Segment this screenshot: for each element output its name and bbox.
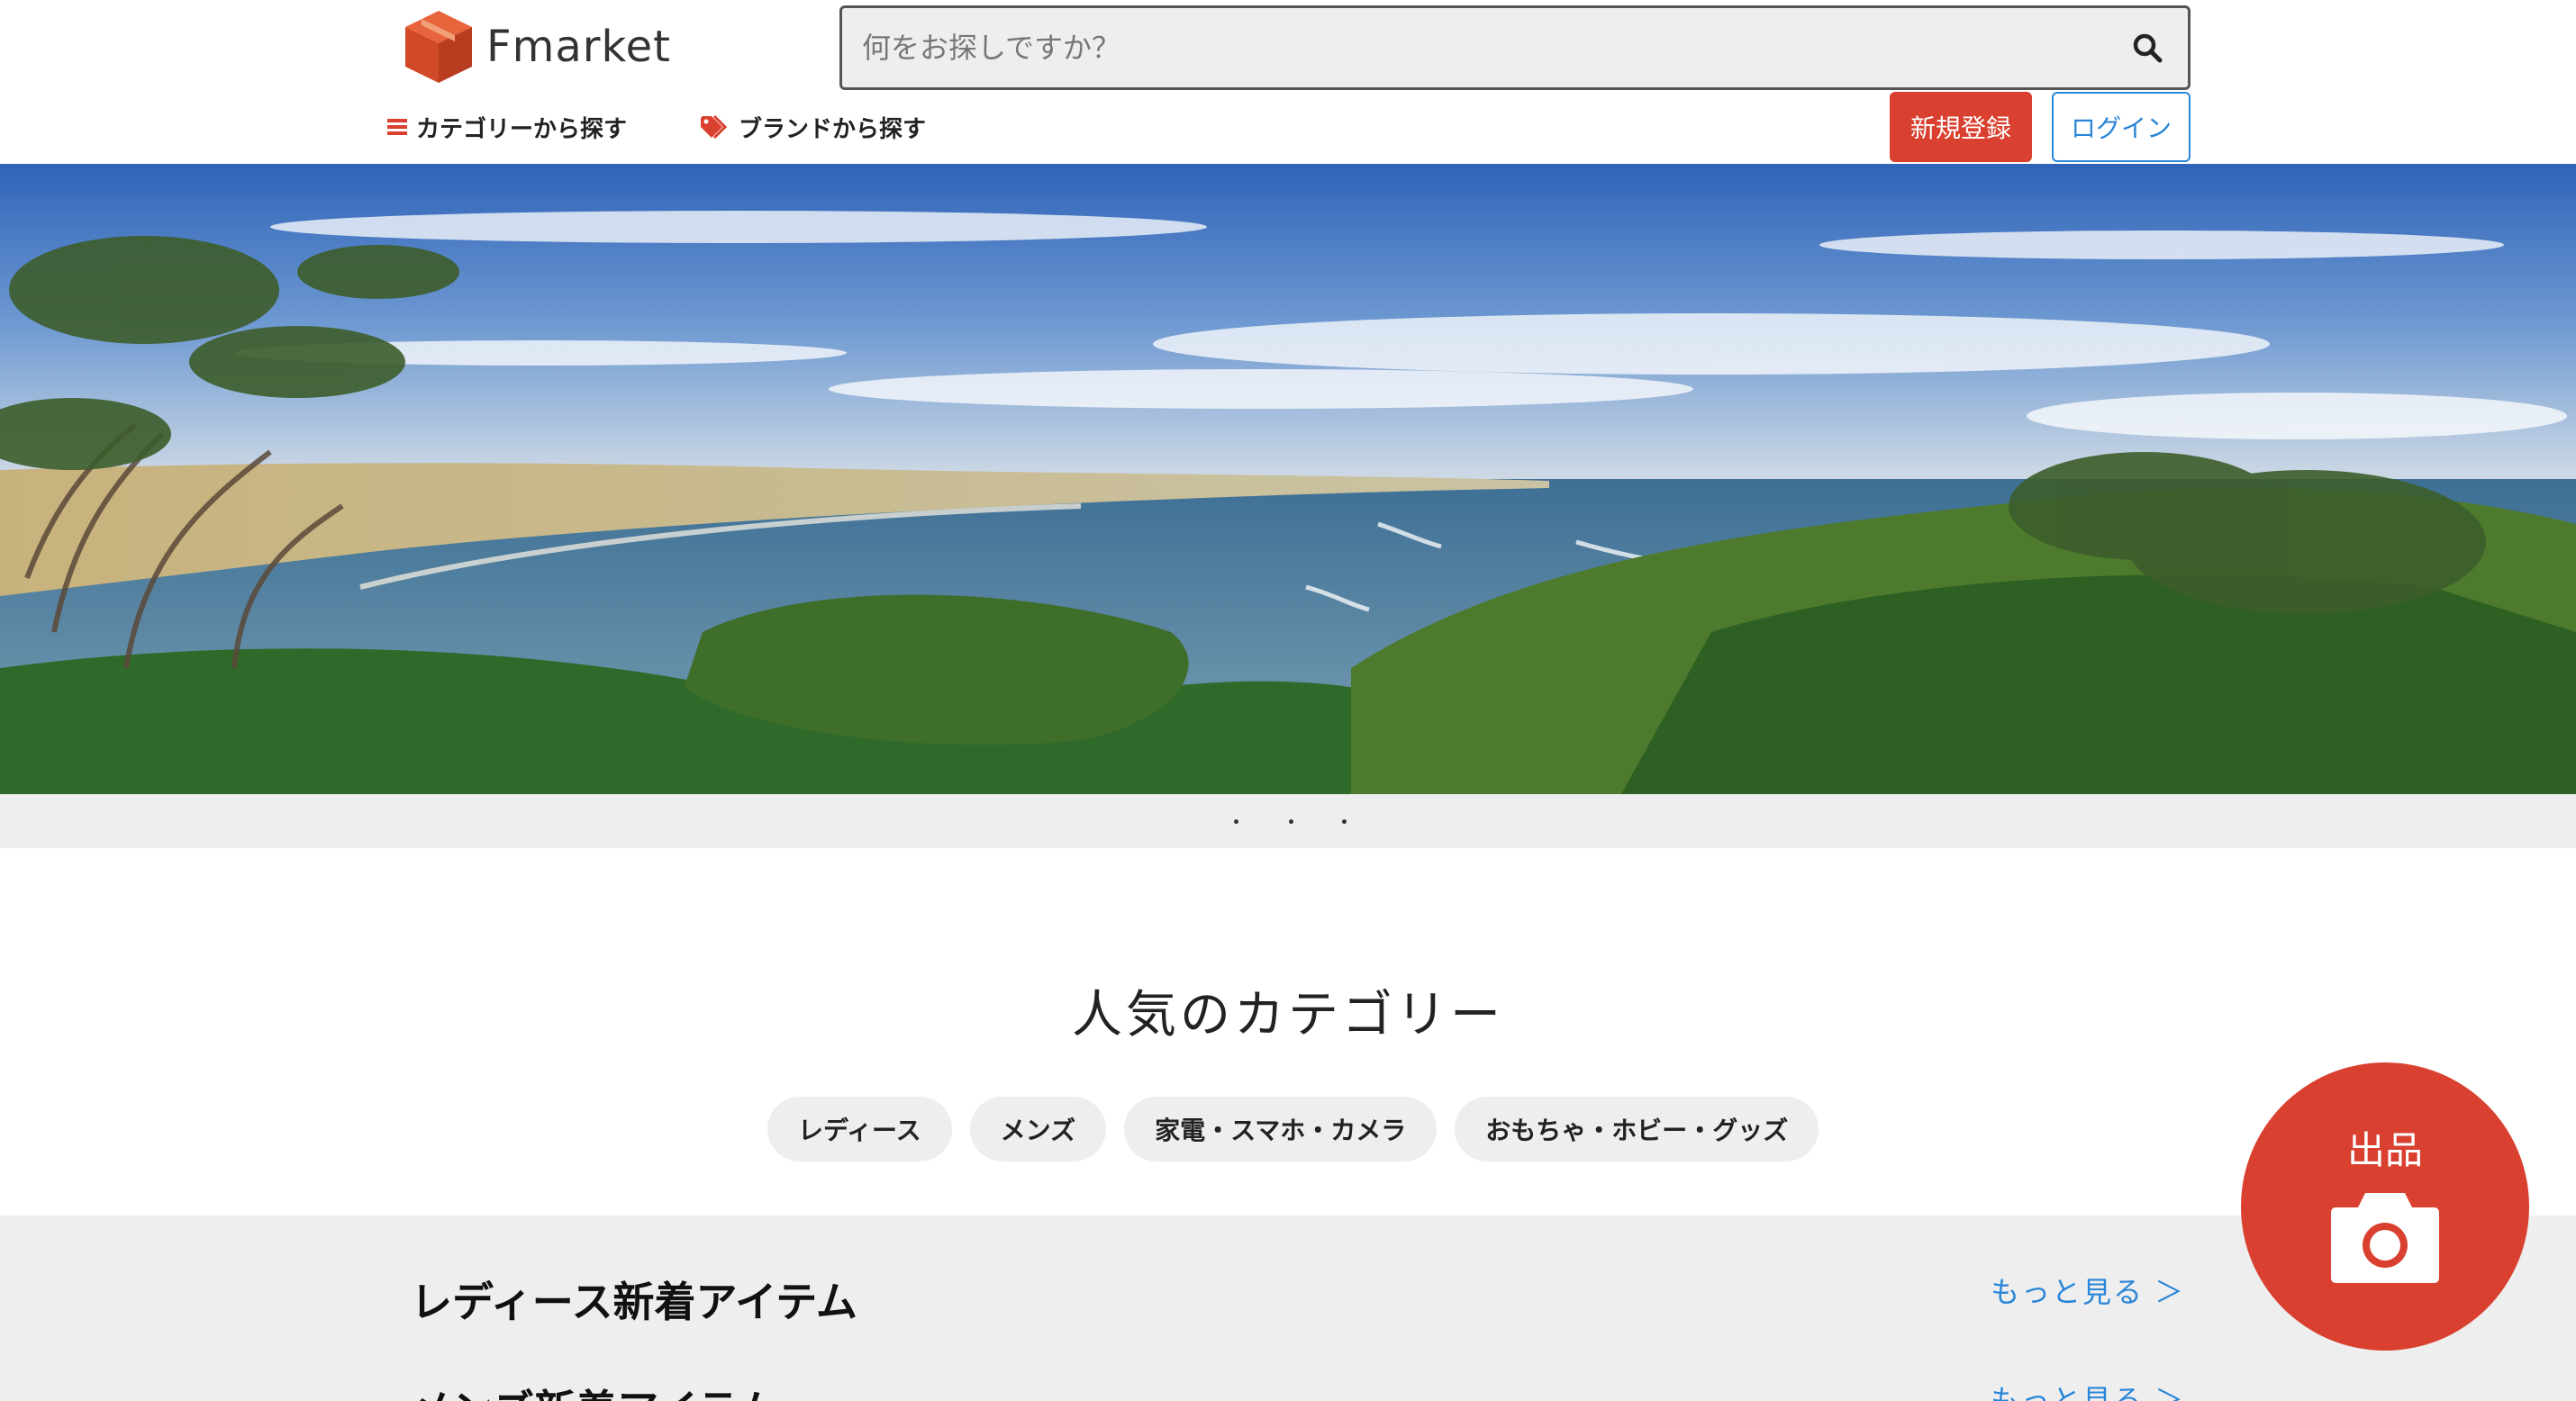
category-chip[interactable]: おもちゃ・ホビー・グッズ — [1455, 1097, 1819, 1161]
category-chip[interactable]: 家電・スマホ・カメラ — [1124, 1097, 1438, 1161]
search-bar — [839, 5, 2191, 90]
section-title: メンズ新着アイテム — [411, 1378, 778, 1401]
list-icon — [387, 117, 407, 137]
section-title: レディース新着アイテム — [411, 1278, 857, 1326]
nav-brand-label: ブランドから探す — [739, 115, 927, 143]
popular-categories-list: レディース メンズ 家電・スマホ・カメラ おもちゃ・ホビー・グッズ — [767, 1097, 1819, 1161]
category-chip[interactable]: メンズ — [969, 1097, 1107, 1161]
carousel-dot[interactable] — [1234, 819, 1238, 824]
sell-button[interactable]: 出品 — [2241, 1062, 2529, 1351]
camera-icon — [2329, 1188, 2441, 1285]
carousel-dot[interactable] — [1342, 819, 1347, 824]
logo[interactable]: Fmarket — [404, 5, 671, 88]
carousel-indicator-bar — [0, 794, 2576, 848]
nav-category-link[interactable]: カテゴリーから探す — [387, 104, 627, 149]
see-more-link[interactable]: もっと見る ＞ — [1991, 1270, 2185, 1311]
search-button[interactable] — [2107, 8, 2188, 87]
cube-icon — [404, 9, 474, 85]
search-input[interactable] — [842, 8, 2107, 87]
popular-categories-title: 人気のカテゴリー — [1072, 986, 1504, 1044]
see-more-link[interactable]: もっと見る ＞ — [1991, 1378, 2185, 1401]
page: Fmarket カテゴリーから探す — [0, 0, 2576, 1401]
site-header: Fmarket カテゴリーから探す — [0, 0, 2576, 164]
tag-icon — [699, 114, 730, 140]
new-items-section: レディース新着アイテム もっと見る ＞ メンズ新着アイテム もっと見る ＞ — [0, 1216, 2576, 1401]
nav-category-label: カテゴリーから探す — [416, 115, 628, 143]
search-icon — [2133, 33, 2163, 63]
login-button[interactable]: ログイン — [2052, 92, 2191, 162]
carousel-dot[interactable] — [1289, 819, 1293, 824]
category-chip[interactable]: レディース — [767, 1097, 952, 1161]
hero-banner-image — [0, 164, 2576, 794]
sell-label: 出品 — [2346, 1127, 2423, 1172]
nav-brand-link[interactable]: ブランドから探す — [699, 104, 926, 149]
logo-text: Fmarket — [486, 22, 671, 72]
signup-button[interactable]: 新規登録 — [1890, 92, 2032, 162]
